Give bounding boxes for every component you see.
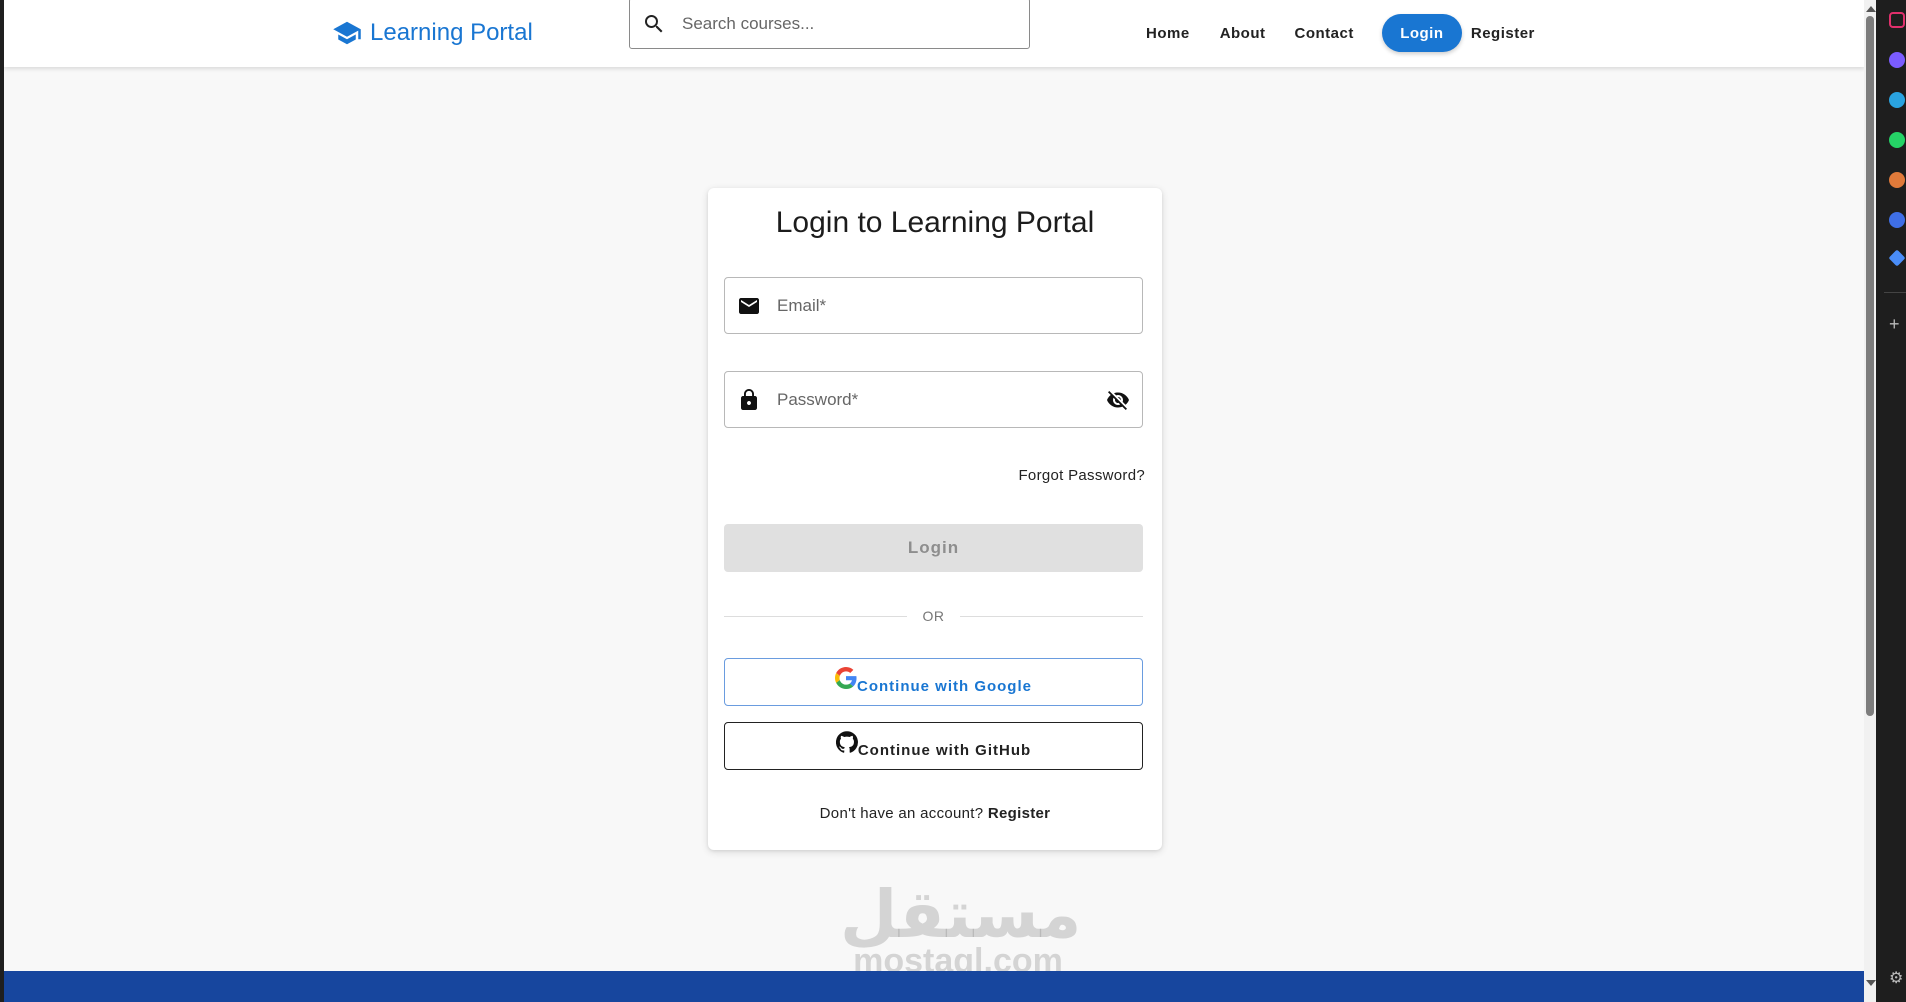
nav-login-button[interactable]: Login <box>1381 14 1462 52</box>
email-input[interactable] <box>777 295 1077 316</box>
google-button-label: Continue with Google <box>857 677 1032 695</box>
messenger-icon[interactable] <box>1889 52 1905 68</box>
scrollbar-thumb[interactable] <box>1866 16 1874 716</box>
copilot-icon[interactable] <box>1889 212 1905 228</box>
or-divider: OR <box>724 606 1143 626</box>
main-nav: Home About Contact Login Register <box>1132 14 1535 52</box>
password-input[interactable] <box>777 389 1077 410</box>
visibility-off-icon[interactable] <box>1106 388 1130 412</box>
whatsapp-icon[interactable] <box>1889 132 1905 148</box>
search-box[interactable] <box>629 0 1030 49</box>
page-title: Login to Learning Portal <box>775 206 1095 239</box>
scroll-up-arrow-icon[interactable] <box>1866 6 1876 12</box>
nav-home[interactable]: Home <box>1146 25 1190 42</box>
lock-icon <box>741 388 757 410</box>
github-button-label: Continue with GitHub <box>857 741 1032 759</box>
login-card: Login to Learning Portal Forgot Password… <box>708 188 1162 850</box>
top-app-bar: Learning Portal Home About Contact Login… <box>4 0 1864 67</box>
email-icon <box>739 297 759 314</box>
instagram-icon[interactable] <box>1889 12 1905 28</box>
github-login-button[interactable]: Continue with GitHub <box>724 722 1143 770</box>
email-field[interactable] <box>724 277 1143 334</box>
search-icon <box>645 14 663 32</box>
nav-register[interactable]: Register <box>1471 25 1535 42</box>
password-field[interactable] <box>724 371 1143 428</box>
nav-contact[interactable]: Contact <box>1295 25 1354 42</box>
brand[interactable]: Learning Portal <box>332 18 533 48</box>
school-icon <box>333 21 361 45</box>
google-icon <box>835 667 857 689</box>
search-input[interactable] <box>682 13 1002 34</box>
page: Learning Portal Home About Contact Login… <box>0 0 1864 1002</box>
watermark-arabic: مستقل <box>840 876 1082 953</box>
side-panel-divider <box>1884 292 1906 293</box>
settings-gear-icon[interactable]: ⚙ <box>1889 968 1903 988</box>
register-prompt: Don't have an account? Register <box>708 805 1162 822</box>
google-login-button[interactable]: Continue with Google <box>724 658 1143 706</box>
watermark: مستقل mostaql.com <box>840 876 1082 981</box>
browser-side-panel <box>1876 0 1906 1002</box>
register-link[interactable]: Register <box>988 805 1050 822</box>
claude-icon[interactable] <box>1889 172 1905 188</box>
nav-about[interactable]: About <box>1220 25 1266 42</box>
login-button[interactable]: Login <box>724 524 1143 572</box>
forgot-password-link[interactable]: Forgot Password? <box>1018 467 1145 484</box>
no-account-text: Don't have an account? <box>819 805 984 822</box>
footer-bar <box>4 971 1864 1002</box>
github-icon <box>835 731 858 753</box>
telegram-icon[interactable] <box>1889 92 1905 108</box>
add-icon[interactable]: + <box>1889 314 1900 335</box>
scroll-down-arrow-icon[interactable] <box>1866 980 1876 986</box>
brand-title: Learning Portal <box>370 19 533 46</box>
divider-line-right <box>960 616 1143 617</box>
